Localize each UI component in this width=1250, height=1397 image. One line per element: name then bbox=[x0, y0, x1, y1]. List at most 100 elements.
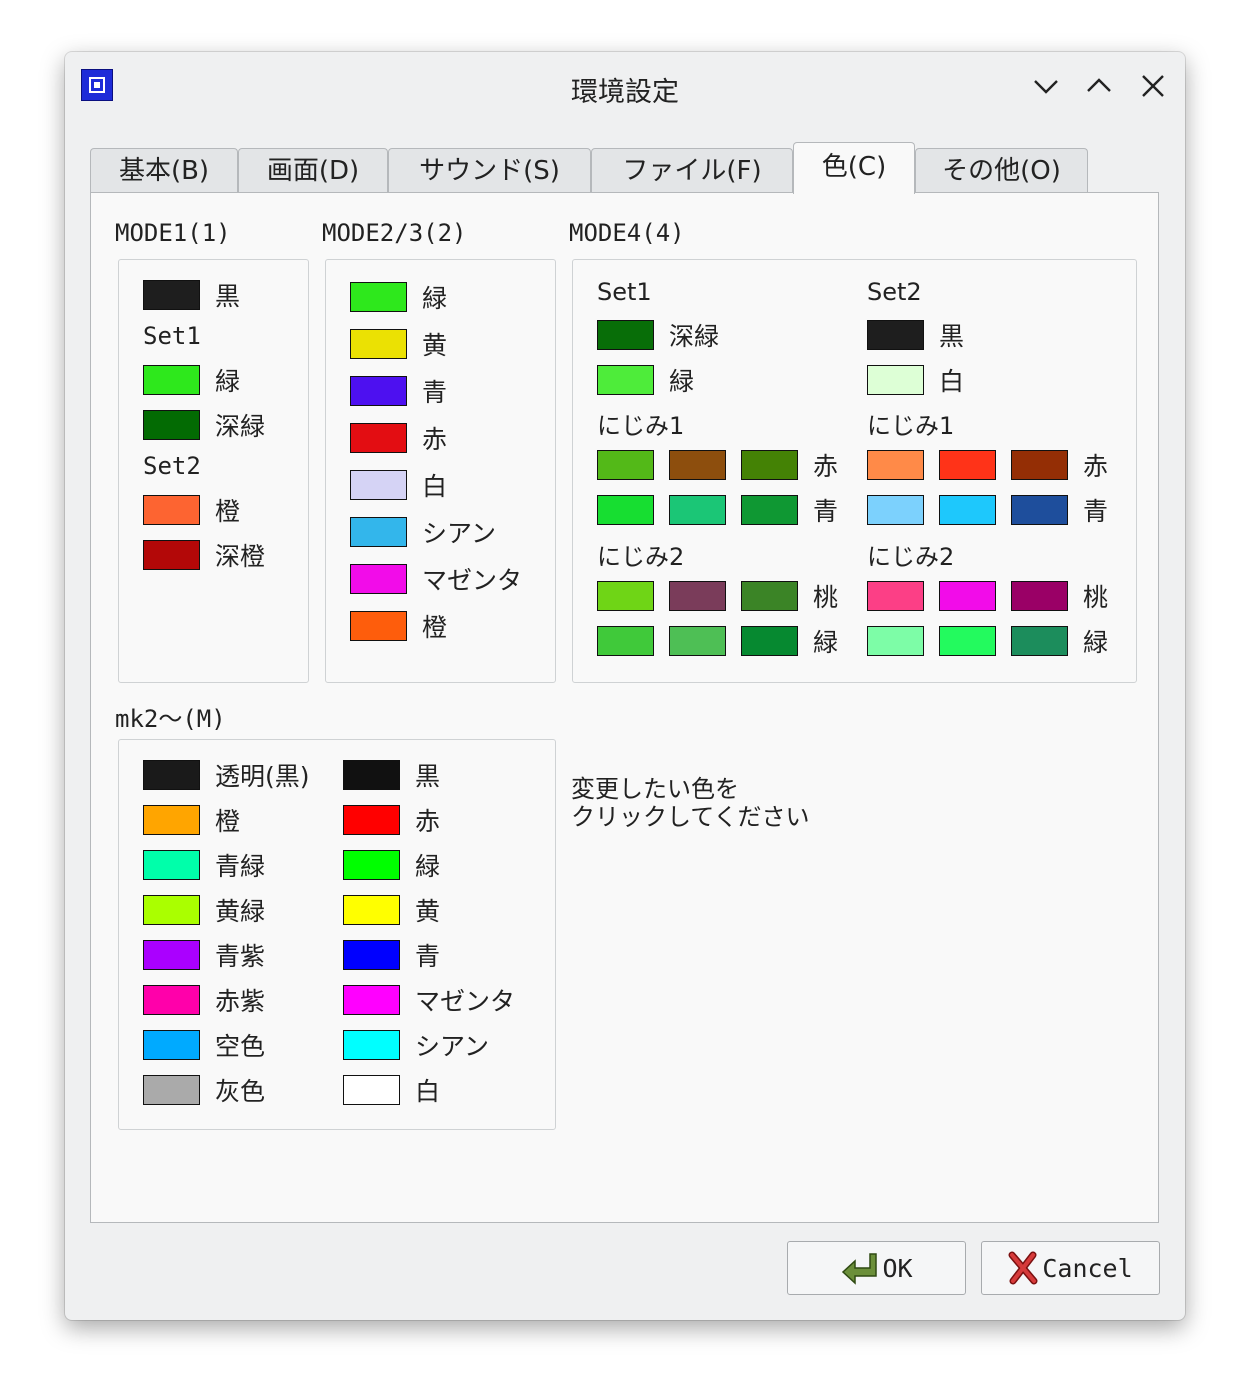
color-swatch[interactable] bbox=[597, 626, 654, 656]
tab-basic[interactable]: 基本(B) bbox=[90, 148, 238, 192]
color-swatch[interactable] bbox=[597, 320, 654, 350]
window-title: 環境設定 bbox=[571, 77, 679, 108]
color-swatch[interactable] bbox=[343, 850, 400, 880]
color-swatch[interactable] bbox=[143, 895, 200, 925]
color-swatch[interactable] bbox=[597, 365, 654, 395]
color-swatch[interactable] bbox=[143, 1075, 200, 1105]
color-swatch[interactable] bbox=[343, 760, 400, 790]
color-label: 橙 bbox=[215, 497, 241, 526]
maximize-button[interactable] bbox=[1079, 66, 1119, 106]
color-row: 深緑 bbox=[597, 320, 719, 351]
color-swatch[interactable] bbox=[669, 495, 726, 525]
cancel-button[interactable]: Cancel bbox=[981, 1241, 1160, 1295]
color-swatch[interactable] bbox=[143, 1030, 200, 1060]
color-row: シアン bbox=[343, 1030, 489, 1061]
minimize-button[interactable] bbox=[1026, 66, 1066, 106]
color-swatch[interactable] bbox=[350, 611, 407, 641]
color-swatch[interactable] bbox=[343, 805, 400, 835]
color-swatch[interactable] bbox=[143, 365, 200, 395]
color-row: 青緑 bbox=[143, 850, 265, 881]
color-swatch[interactable] bbox=[143, 940, 200, 970]
color-swatch[interactable] bbox=[350, 282, 407, 312]
color-swatch[interactable] bbox=[343, 1030, 400, 1060]
color-swatch[interactable] bbox=[741, 450, 798, 480]
color-swatch[interactable] bbox=[143, 805, 200, 835]
color-row: シアン bbox=[350, 517, 496, 548]
color-row: 透明(黒) bbox=[143, 760, 310, 791]
color-swatch[interactable] bbox=[343, 895, 400, 925]
color-swatch[interactable] bbox=[1011, 495, 1068, 525]
color-swatch[interactable] bbox=[350, 517, 407, 547]
tab-other[interactable]: その他(O) bbox=[915, 148, 1088, 192]
color-swatch[interactable] bbox=[143, 280, 200, 310]
blend-row: 桃 bbox=[867, 581, 1109, 612]
color-row: 黒 bbox=[343, 760, 441, 791]
cancel-label: Cancel bbox=[1042, 1253, 1133, 1283]
enter-arrow-icon bbox=[842, 1253, 878, 1285]
mk2-label: mk2〜(M) bbox=[115, 705, 226, 733]
color-swatch[interactable] bbox=[741, 495, 798, 525]
mode4-group: Set1 深緑緑にじみ1 赤青にじみ2 桃緑 Set2 黒白にじみ1 赤青にじみ2 桃緑 bbox=[572, 259, 1137, 683]
color-label: 桃 bbox=[1083, 583, 1109, 612]
color-swatch[interactable] bbox=[1011, 581, 1068, 611]
title-bar: 環境設定 bbox=[65, 52, 1185, 120]
color-swatch[interactable] bbox=[741, 626, 798, 656]
color-swatch[interactable] bbox=[143, 850, 200, 880]
color-swatch[interactable] bbox=[350, 470, 407, 500]
color-swatch[interactable] bbox=[343, 985, 400, 1015]
color-label: 灰色 bbox=[215, 1077, 266, 1106]
subgroup-label: にじみ2 bbox=[867, 543, 955, 571]
color-swatch[interactable] bbox=[867, 495, 924, 525]
color-label: 赤 bbox=[415, 807, 441, 836]
color-label: 白 bbox=[939, 367, 965, 396]
color-swatch[interactable] bbox=[669, 626, 726, 656]
mode4-label: MODE4(4) bbox=[569, 219, 685, 247]
tab-sound[interactable]: サウンド(S) bbox=[388, 148, 591, 192]
color-label: 青紫 bbox=[215, 942, 266, 971]
tab-bar: 基本(B) 画面(D) サウンド(S) ファイル(F) 色(C) その他(O) bbox=[90, 142, 1170, 194]
ok-label: OK bbox=[882, 1253, 913, 1283]
tab-file[interactable]: ファイル(F) bbox=[591, 148, 793, 192]
color-swatch[interactable] bbox=[143, 540, 200, 570]
color-swatch[interactable] bbox=[669, 450, 726, 480]
color-swatch[interactable] bbox=[143, 495, 200, 525]
color-swatch[interactable] bbox=[939, 626, 996, 656]
color-swatch[interactable] bbox=[1011, 450, 1068, 480]
color-swatch[interactable] bbox=[597, 581, 654, 611]
color-label: 青 bbox=[1083, 497, 1109, 526]
color-swatch[interactable] bbox=[939, 450, 996, 480]
color-label: 緑 bbox=[669, 367, 695, 396]
ok-button[interactable]: OK bbox=[787, 1241, 966, 1295]
color-row: 黒 bbox=[143, 280, 240, 311]
color-swatch[interactable] bbox=[939, 495, 996, 525]
close-button[interactable] bbox=[1133, 66, 1173, 106]
color-swatch[interactable] bbox=[350, 329, 407, 359]
color-swatch[interactable] bbox=[1011, 626, 1068, 656]
color-swatch[interactable] bbox=[143, 985, 200, 1015]
color-swatch[interactable] bbox=[143, 410, 200, 440]
color-swatch[interactable] bbox=[939, 581, 996, 611]
color-swatch[interactable] bbox=[867, 365, 924, 395]
color-swatch[interactable] bbox=[741, 581, 798, 611]
color-swatch[interactable] bbox=[343, 940, 400, 970]
color-swatch[interactable] bbox=[343, 1075, 400, 1105]
color-label: 緑 bbox=[215, 367, 241, 396]
color-label: 黒 bbox=[415, 762, 441, 791]
color-swatch[interactable] bbox=[867, 581, 924, 611]
tab-display[interactable]: 画面(D) bbox=[238, 148, 388, 192]
color-label: 緑 bbox=[1083, 628, 1109, 657]
color-swatch[interactable] bbox=[867, 320, 924, 350]
color-swatch[interactable] bbox=[143, 760, 200, 790]
tab-color[interactable]: 色(C) bbox=[793, 142, 915, 194]
color-row: 白 bbox=[343, 1075, 440, 1106]
color-swatch[interactable] bbox=[350, 564, 407, 594]
color-swatch[interactable] bbox=[597, 450, 654, 480]
color-swatch[interactable] bbox=[669, 581, 726, 611]
color-swatch[interactable] bbox=[350, 376, 407, 406]
color-swatch[interactable] bbox=[867, 450, 924, 480]
color-swatch[interactable] bbox=[350, 423, 407, 453]
color-label: 青 bbox=[415, 942, 441, 971]
color-swatch[interactable] bbox=[597, 495, 654, 525]
color-row: 白 bbox=[867, 365, 965, 396]
color-swatch[interactable] bbox=[867, 626, 924, 656]
